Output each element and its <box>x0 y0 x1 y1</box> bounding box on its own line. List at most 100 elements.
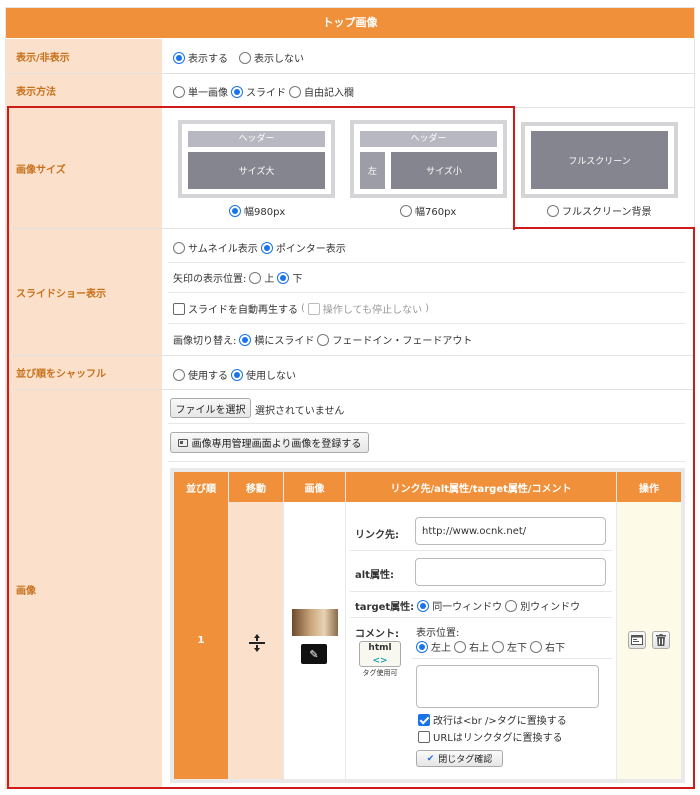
slideshow-mode-options: サムネイル表示 ポインター表示 <box>173 240 346 255</box>
transition-fade-radio[interactable] <box>317 333 330 346</box>
visibility-show-radio[interactable] <box>173 51 185 64</box>
autoplay-checkbox[interactable] <box>173 302 185 315</box>
size-980-label: 幅980px <box>244 207 286 218</box>
br-replace-checkbox[interactable] <box>418 713 430 726</box>
link-input[interactable]: http://www.ocnk.net/ <box>415 517 606 545</box>
position-label: 表示位置: <box>416 628 460 639</box>
thumb-760-preview[interactable]: ヘッダー 左 サイズ小 <box>350 120 507 198</box>
visibility-label: 表示/非表示 <box>6 39 162 73</box>
size-fullscreen-option: フルスクリーン背景 <box>547 203 652 218</box>
target-same-radio[interactable] <box>417 599 430 612</box>
method-slide-label: スライド <box>246 88 286 99</box>
target-new-label: 別ウィンドウ <box>520 602 581 613</box>
mode-thumbnail-radio[interactable] <box>173 241 185 254</box>
image-manager-icon <box>177 438 188 447</box>
comment-textarea[interactable] <box>416 665 599 708</box>
arrow-position-options: 矢印の表示位置: 上 下 <box>173 270 302 285</box>
col-order-header: 並び順 <box>174 472 228 502</box>
size-760-radio[interactable] <box>400 204 412 217</box>
col-move-header: 移動 <box>229 472 283 502</box>
image-edit-icon[interactable]: ✎ <box>301 644 327 664</box>
alt-input[interactable] <box>415 558 606 586</box>
divider <box>412 658 612 659</box>
visibility-hide-radio[interactable] <box>239 51 251 64</box>
autoplay-label: スライドを自動再生する <box>188 305 298 316</box>
slideshow-label-text: スライドショー表示 <box>16 288 106 300</box>
nostop-checkbox[interactable] <box>307 302 320 315</box>
html-tag-badge: html <> タグ使用可 <box>359 641 401 677</box>
row-move-cell <box>229 502 283 779</box>
image-size-label-text: 画像サイズ <box>16 164 66 176</box>
col-image-header: 画像 <box>284 472 345 502</box>
target-label: target属性: <box>355 602 415 613</box>
target-new-radio[interactable] <box>505 599 518 612</box>
html-badge-bottom: タグ使用可 <box>362 669 398 677</box>
divider <box>168 292 685 293</box>
nostop-label: 操作しても停止しない <box>322 305 423 316</box>
divider <box>350 591 612 592</box>
transition-label: 画像切り替え: <box>173 336 237 347</box>
row-order: 1 <box>174 502 228 779</box>
edit-window-icon[interactable] <box>628 631 646 649</box>
arrow-bottom-radio[interactable] <box>277 271 290 284</box>
display-method-label-text: 表示方法 <box>16 87 56 98</box>
pos-bottomleft-label: 左下 <box>507 643 527 654</box>
html-badge-top: html <box>368 643 392 653</box>
visibility-options: 表示する 表示しない <box>173 50 304 65</box>
mode-pointer-radio[interactable] <box>260 241 273 254</box>
shuffle-label-text: 並び順をシャッフル <box>16 369 106 380</box>
shuffle-nouse-radio[interactable] <box>231 368 243 381</box>
target-same-label: 同一ウィンドウ <box>432 602 503 613</box>
file-select-button[interactable]: ファイルを選択 <box>170 398 251 418</box>
autoplay-options: スライドを自動再生する (操作しても停止しない) <box>173 301 429 316</box>
slideshow-label: スライドショー表示 <box>6 229 162 355</box>
pos-bottomleft-radio[interactable] <box>492 640 504 653</box>
thumb-980-body: サイズ大 <box>188 152 325 189</box>
arrow-top-label: 上 <box>264 274 275 285</box>
comment-label: コメント: <box>355 629 399 640</box>
shuffle-use-label: 使用する <box>188 371 228 382</box>
method-single-radio[interactable] <box>173 85 185 98</box>
transition-slide-radio[interactable] <box>239 333 252 346</box>
pos-topright-radio[interactable] <box>454 640 466 653</box>
check-icon: ✔ <box>426 753 435 764</box>
trash-icon[interactable] <box>652 631 670 649</box>
thumb-980-preview[interactable]: ヘッダー サイズ大 <box>178 120 335 198</box>
check-tags-label: 閉じタグ確認 <box>438 755 493 765</box>
register-image-button[interactable]: 画像専用管理画面より画像を登録する <box>170 432 369 453</box>
images-label: 画像 <box>6 390 162 788</box>
method-slide-radio[interactable] <box>231 85 243 98</box>
size-980-radio[interactable] <box>229 204 241 217</box>
row-actions-cell <box>617 502 681 779</box>
section-title: トップ画像 <box>6 8 694 38</box>
method-free-radio[interactable] <box>289 85 301 98</box>
images-label-text: 画像 <box>16 585 36 597</box>
shuffle-nouse-label: 使用しない <box>246 371 296 382</box>
mode-pointer-label: ポインター表示 <box>275 244 346 255</box>
col-actions-header: 操作 <box>617 472 681 502</box>
shuffle-options: 使用する 使用しない <box>173 367 296 382</box>
arrow-position-label: 矢印の表示位置: <box>173 274 247 285</box>
row-image-cell: ✎ <box>284 502 345 779</box>
shuffle-use-radio[interactable] <box>173 368 185 381</box>
pos-topleft-radio[interactable] <box>416 640 428 653</box>
divider <box>350 617 612 618</box>
pos-bottomright-radio[interactable] <box>530 640 542 653</box>
code-icon: <> <box>372 656 388 666</box>
thumb-fullscreen-preview[interactable]: フルスクリーン <box>521 122 678 198</box>
size-fullscreen-radio[interactable] <box>547 204 559 217</box>
divider <box>168 262 685 263</box>
url-replace-checkbox[interactable] <box>418 730 430 743</box>
thumb-760-body: サイズ小 <box>391 152 497 189</box>
url-replace-label: URLはリンクタグに置換する <box>433 733 563 744</box>
check-tags-button[interactable]: ✔ 閉じタグ確認 <box>416 750 503 767</box>
target-options: target属性: 同一ウィンドウ 別ウィンドウ <box>355 598 580 613</box>
thumb-980-header: ヘッダー <box>188 131 325 147</box>
divider <box>168 323 685 324</box>
size-fullscreen-label: フルスクリーン背景 <box>562 207 652 218</box>
arrow-top-radio[interactable] <box>249 271 262 284</box>
pos-bottomright-label: 右下 <box>545 643 565 654</box>
col-details-header: リンク先/alt属性/target属性/コメント <box>346 472 616 502</box>
move-handle-icon[interactable] <box>247 633 267 653</box>
image-thumbnail[interactable] <box>292 609 338 636</box>
